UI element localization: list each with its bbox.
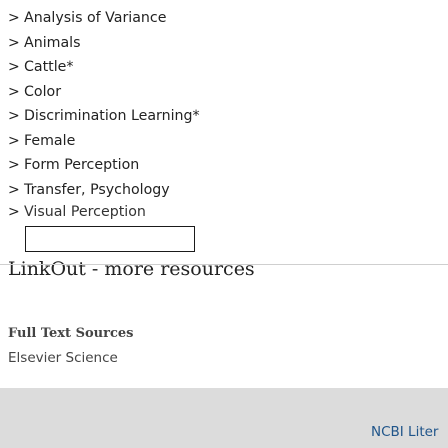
mesh-term-label[interactable]: Female [24,133,75,149]
mesh-term-label[interactable]: Analysis of Variance [24,10,166,26]
mesh-term-item[interactable]: > Analysis of Variance [8,6,200,31]
term-dropdown-box[interactable] [25,226,195,252]
mesh-term-label[interactable]: Cattle* [24,59,74,75]
source-link-elsevier[interactable]: Elsevier Science [8,350,118,366]
mesh-term-item[interactable]: > Female [8,129,200,154]
chevron-right-icon: > [8,10,20,27]
mesh-terms-list: > Analysis of Variance > Animals > Cattl… [8,6,200,220]
full-text-sources-heading: Full Text Sources [8,326,134,341]
mesh-term-item[interactable]: > Form Perception [8,153,200,178]
mesh-term-item[interactable]: > Discrimination Learning* [8,104,200,129]
footer-bar: NCBI Liter [0,388,448,448]
chevron-right-icon: > [8,157,20,174]
mesh-term-item[interactable]: > Transfer, Psychology [8,178,200,203]
chevron-right-icon: > [8,132,20,149]
mesh-term-label[interactable]: Form Perception [24,157,139,173]
section-divider [0,264,448,265]
mesh-term-item[interactable]: > Visual Perception [8,202,200,220]
footer-ncbi-link[interactable]: NCBI Liter [371,424,438,440]
chevron-right-icon: > [8,204,20,220]
chevron-right-icon: > [8,108,20,125]
chevron-right-icon: > [8,181,20,198]
chevron-right-icon: > [8,59,20,76]
mesh-term-label[interactable]: Animals [24,35,81,51]
chevron-right-icon: > [8,83,20,100]
mesh-term-label[interactable]: Visual Perception [24,204,146,220]
mesh-term-item[interactable]: > Cattle* [8,55,200,80]
mesh-term-item[interactable]: > Animals [8,31,200,56]
mesh-term-item[interactable]: > Color [8,80,200,105]
mesh-term-label[interactable]: Color [24,84,61,100]
mesh-term-label[interactable]: Transfer, Psychology [24,182,170,198]
linkout-heading: LinkOut - more resources [8,258,255,280]
chevron-right-icon: > [8,34,20,51]
mesh-term-label[interactable]: Discrimination Learning* [24,108,200,124]
